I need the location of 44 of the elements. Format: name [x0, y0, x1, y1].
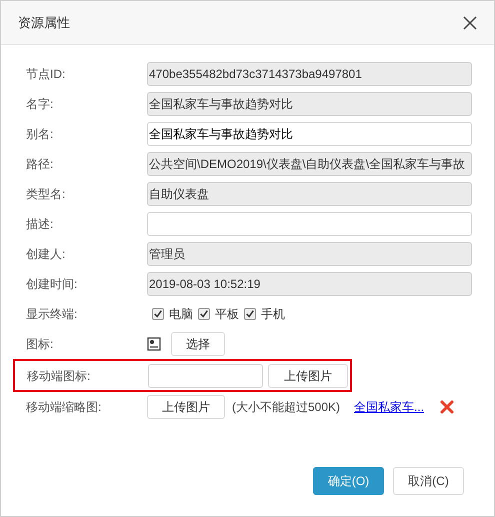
checkbox-label: 电脑: [169, 306, 193, 323]
field-label: 别名:: [26, 126, 54, 143]
window-title: 资源属性: [18, 14, 70, 32]
text-field[interactable]: 管理员: [147, 242, 472, 266]
checkbox[interactable]: [152, 308, 164, 320]
close-icon[interactable]: [462, 14, 478, 30]
text-field[interactable]: 全国私家车与事故趋势对比: [147, 92, 472, 116]
field-value: 公共空间\DEMO2019\仪表盘\自助仪表盘\全国私家车与事故: [149, 156, 466, 173]
field-value: 管理员: [149, 246, 185, 263]
text-field[interactable]: 2019-08-03 10:52:19: [147, 272, 472, 296]
field-value: 全国私家车与事故趋势对比: [149, 126, 293, 143]
checkbox[interactable]: [244, 308, 256, 320]
image-icon: [147, 337, 161, 351]
checkbox[interactable]: [198, 308, 210, 320]
delete-icon[interactable]: [440, 400, 454, 414]
size-note: (大小不能超过500K): [232, 399, 340, 416]
field-label: 移动端图标:: [27, 368, 92, 384]
upload-button[interactable]: 上传图片: [268, 364, 348, 388]
field-value: 全国私家车与事故趋势对比: [149, 96, 293, 113]
checkbox-label: 平板: [215, 306, 239, 323]
field-label: 描述:: [26, 216, 54, 233]
text-field[interactable]: 全国私家车与事故趋势对比: [147, 122, 472, 146]
upload-button[interactable]: 上传图片: [147, 395, 225, 419]
field-label: 路径:: [26, 156, 54, 173]
field-label: 图标:: [26, 336, 54, 353]
field-value: 470be355482bd73c3714373ba9497801: [149, 66, 362, 83]
field-label: 创建人:: [26, 246, 66, 263]
checkbox-label: 手机: [261, 306, 285, 323]
text-field[interactable]: 自助仪表盘: [147, 182, 472, 206]
field-value: 自助仪表盘: [149, 186, 209, 203]
cancel-button[interactable]: 取消(C): [393, 467, 464, 495]
input-field[interactable]: [148, 364, 263, 388]
text-field[interactable]: 470be355482bd73c3714373ba9497801: [147, 62, 472, 86]
field-label: 创建时间:: [26, 276, 78, 293]
field-label: 类型名:: [26, 186, 66, 203]
text-field[interactable]: [147, 212, 472, 236]
choose-button[interactable]: 选择: [171, 332, 225, 356]
field-label: 节点ID:: [26, 66, 66, 83]
field-label: 名字:: [26, 96, 54, 113]
text-field[interactable]: 公共空间\DEMO2019\仪表盘\自助仪表盘\全国私家车与事故: [147, 152, 472, 176]
field-label: 显示终端:: [26, 306, 78, 323]
file-link[interactable]: 全国私家车...: [354, 398, 424, 416]
field-label: 移动端缩略图:: [26, 399, 102, 416]
field-value: 2019-08-03 10:52:19: [149, 276, 260, 293]
